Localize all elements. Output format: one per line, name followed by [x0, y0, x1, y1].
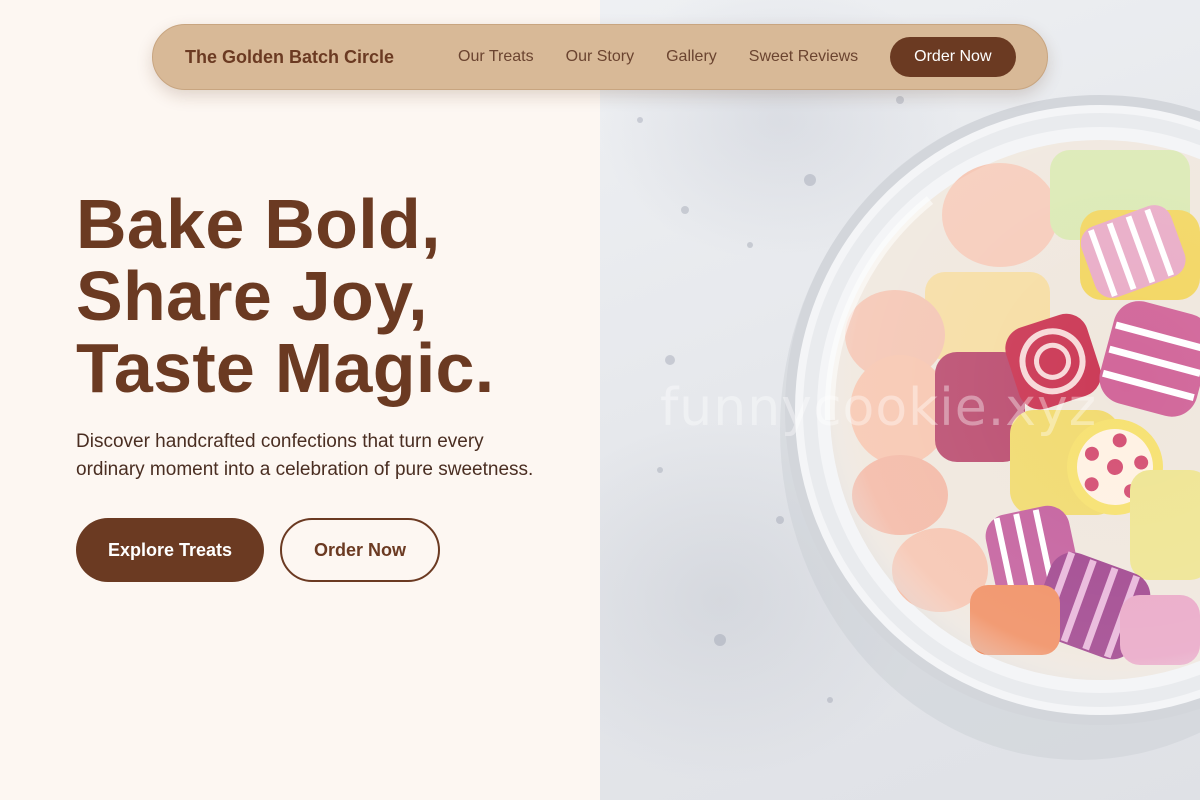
- watermark-text: funnycookie.xyz: [660, 378, 1098, 438]
- nav-link-gallery[interactable]: Gallery: [666, 48, 717, 66]
- headline-line-1: Bake Bold,: [76, 185, 441, 263]
- nav-links: Our Treats Our Story Gallery Sweet Revie…: [458, 37, 1016, 77]
- hero-button-row: Explore Treats Order Now: [76, 518, 556, 582]
- hero-section: Bake Bold, Share Joy, Taste Magic. Disco…: [76, 188, 556, 582]
- nav-link-our-treats[interactable]: Our Treats: [458, 48, 534, 66]
- order-now-button[interactable]: Order Now: [280, 518, 440, 582]
- nav-link-our-story[interactable]: Our Story: [566, 48, 634, 66]
- explore-treats-button[interactable]: Explore Treats: [76, 518, 264, 582]
- nav-link-sweet-reviews[interactable]: Sweet Reviews: [749, 48, 858, 66]
- top-navbar: The Golden Batch Circle Our Treats Our S…: [152, 24, 1048, 90]
- hero-image: funnycookie.xyz: [600, 0, 1200, 800]
- headline-line-3: Taste Magic.: [76, 329, 495, 407]
- hero-subtext: Discover handcrafted confections that tu…: [76, 431, 534, 480]
- headline-line-2: Share Joy,: [76, 257, 428, 335]
- brand-name[interactable]: The Golden Batch Circle: [185, 47, 394, 68]
- nav-order-now-button[interactable]: Order Now: [890, 37, 1016, 77]
- hero-headline: Bake Bold, Share Joy, Taste Magic.: [76, 188, 556, 404]
